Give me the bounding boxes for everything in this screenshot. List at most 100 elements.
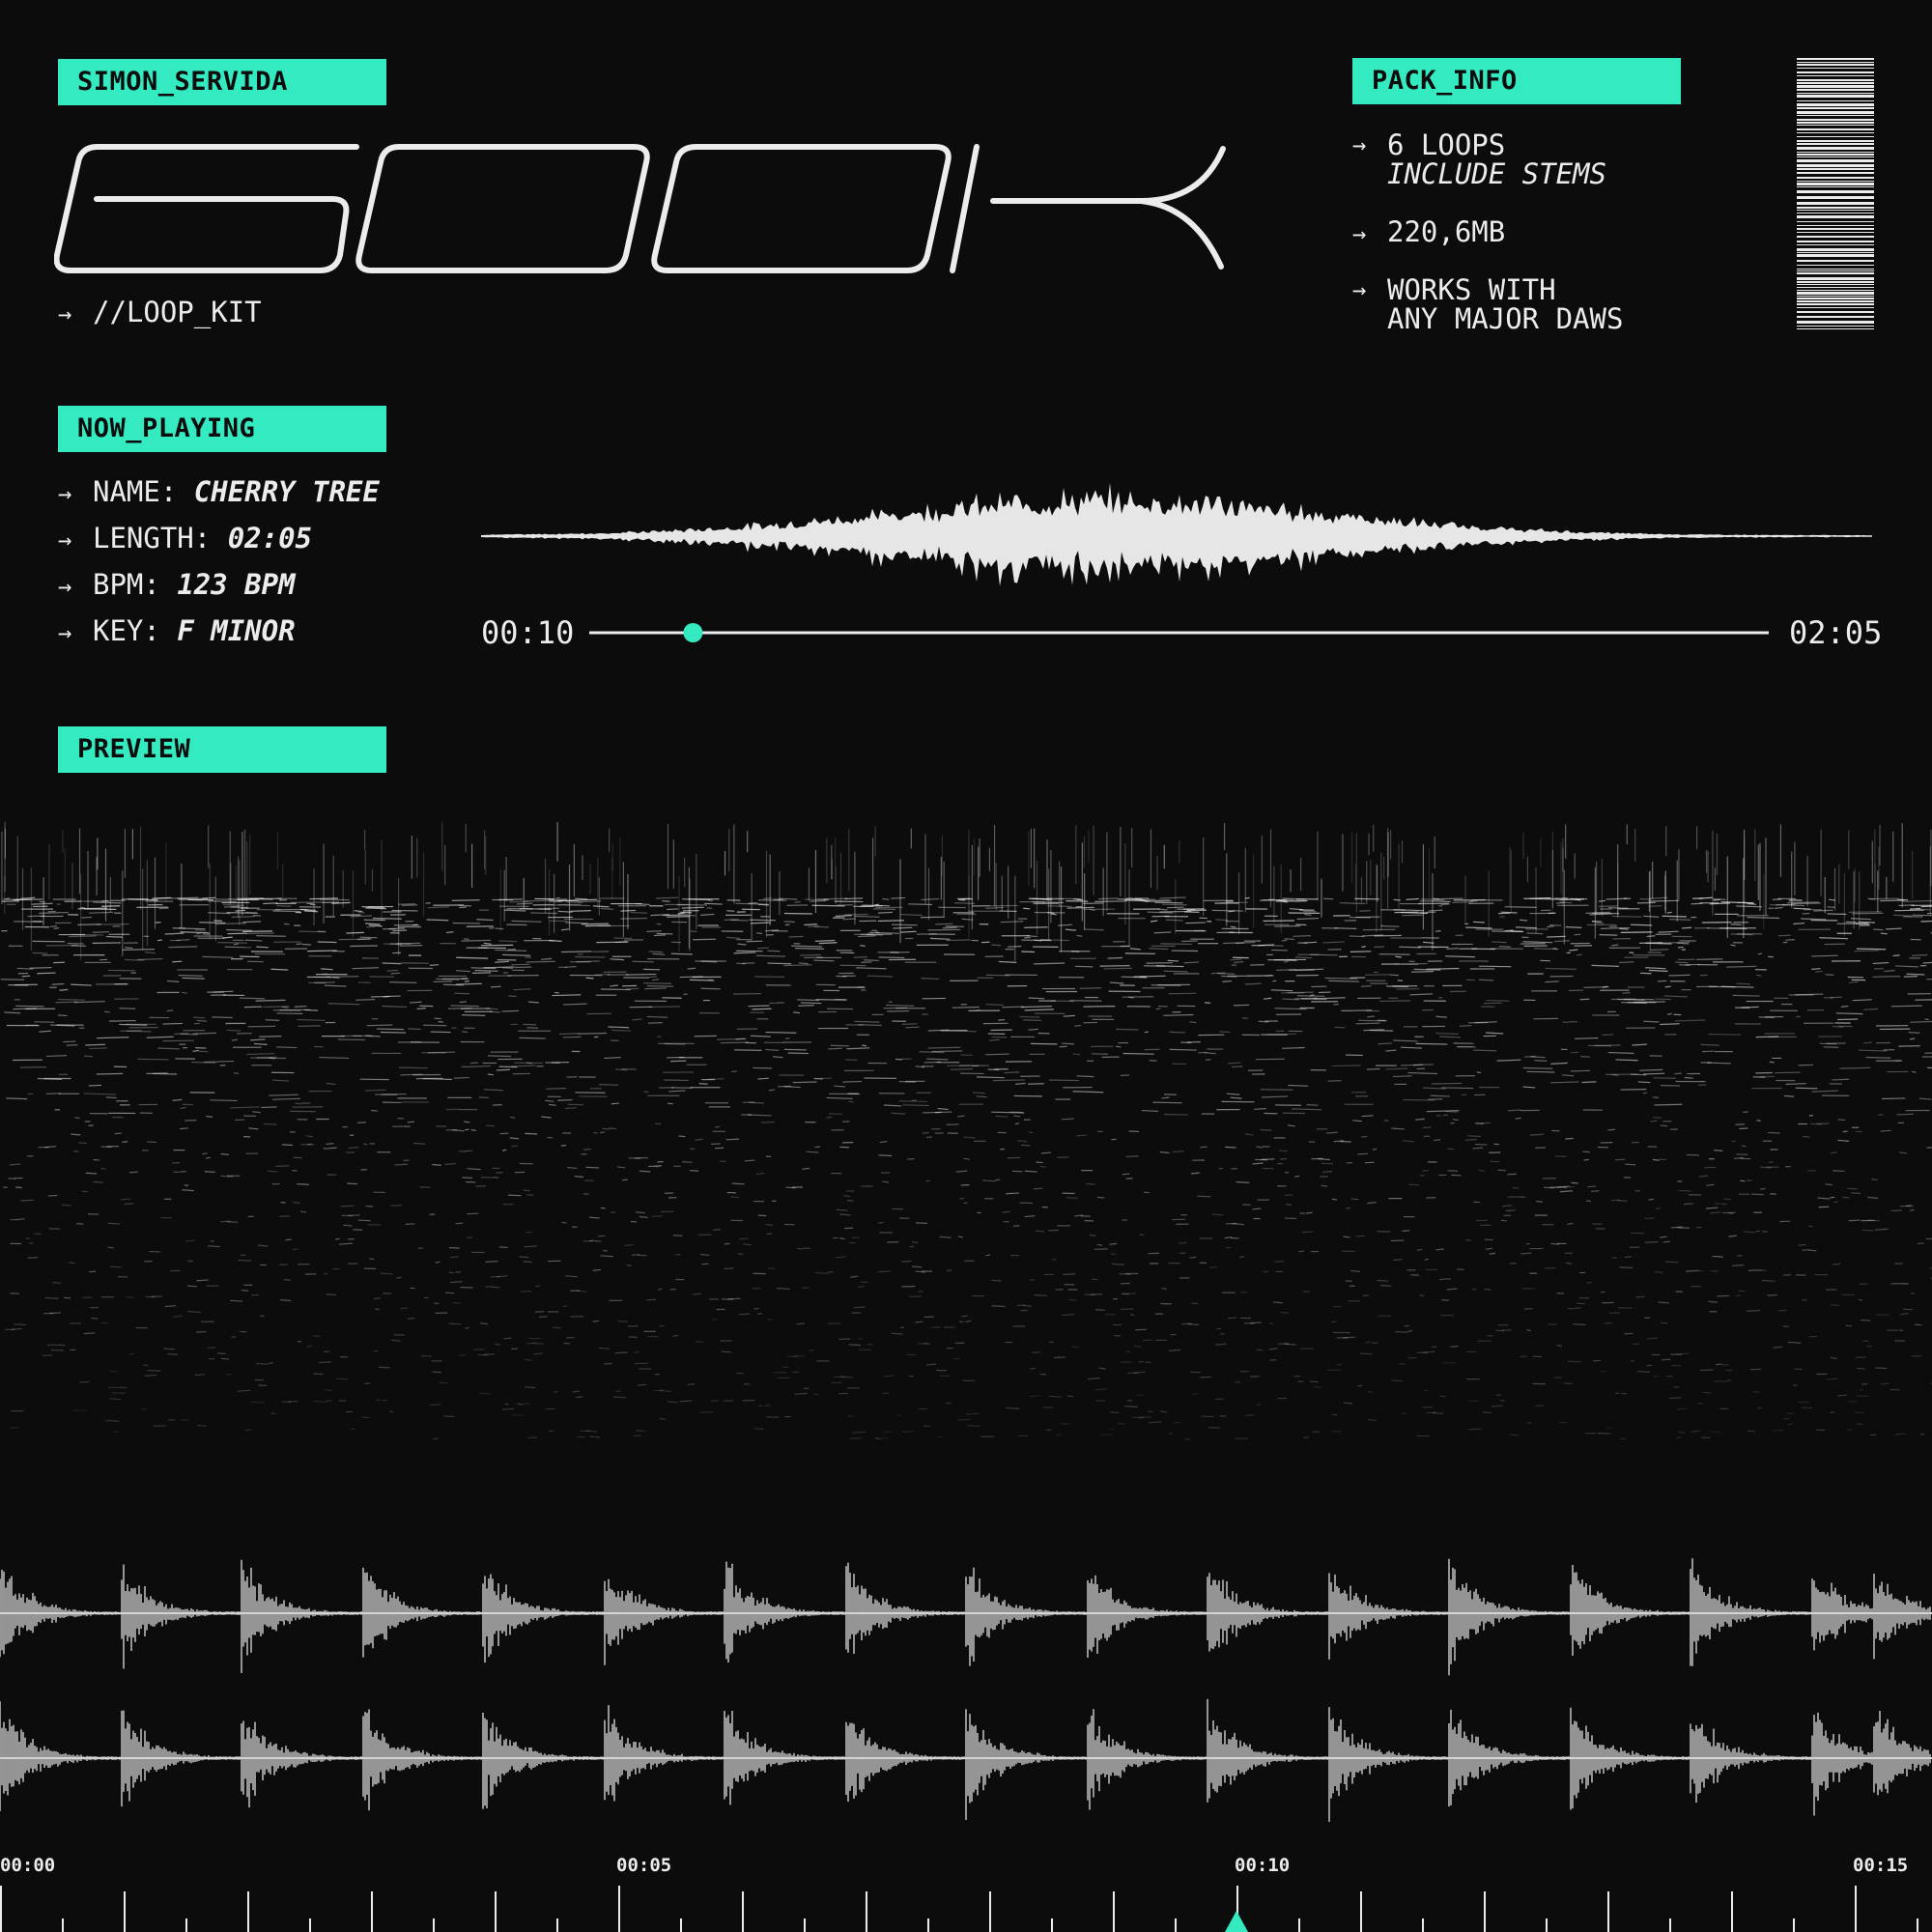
field-label: KEY: — [93, 614, 160, 647]
barcode-bar — [1797, 152, 1874, 153]
timeline-ruler[interactable] — [0, 1845, 1932, 1932]
barcode-bar — [1797, 168, 1874, 170]
barcode-bar — [1797, 154, 1874, 156]
now-playing-header: NOW_PLAYING — [77, 413, 256, 443]
barcode-bar — [1797, 207, 1874, 209]
arrow-right-icon: → — [58, 300, 72, 327]
barcode-bar — [1797, 128, 1874, 130]
barcode-bar — [1797, 177, 1874, 179]
pack-info-item: → 220,6MB — [1352, 217, 1505, 248]
current-time: 00:10 — [481, 614, 575, 651]
barcode-bar — [1797, 221, 1874, 222]
barcode-bar — [1797, 107, 1874, 109]
title-glyph-6 — [54, 144, 359, 273]
barcode-bar — [1797, 93, 1874, 94]
barcode-bar — [1797, 311, 1874, 313]
pack-info-header: PACK_INFO — [1372, 66, 1518, 96]
arrow-right-icon: → — [1352, 131, 1367, 158]
barcode-bar — [1797, 143, 1874, 145]
track-field-bpm: → BPM: 123 BPM — [58, 568, 296, 601]
spectrogram — [0, 821, 1932, 1440]
barcode-bar — [1797, 64, 1874, 66]
barcode-bar — [1797, 181, 1874, 182]
barcode-bar — [1797, 132, 1874, 133]
pack-info-tag: PACK_INFO — [1352, 58, 1681, 104]
progress-handle — [683, 623, 703, 642]
barcode-bar — [1797, 260, 1874, 262]
barcode-bar — [1797, 225, 1874, 226]
arrow-right-icon: → — [1352, 276, 1367, 303]
playhead-triangle-icon — [1225, 1911, 1248, 1932]
barcode-bar — [1797, 272, 1874, 274]
barcode-bar — [1797, 303, 1874, 305]
barcode-bar — [1797, 244, 1874, 245]
barcode-bar — [1797, 281, 1874, 283]
barcode-bar — [1797, 125, 1874, 126]
barcode-bar — [1797, 241, 1874, 242]
barcode-bar — [1797, 79, 1874, 81]
track-waveform[interactable] — [481, 473, 1874, 599]
field-value: F MINOR — [177, 614, 296, 647]
arrow-right-icon: → — [58, 619, 72, 646]
preview-header: PREVIEW — [77, 734, 191, 764]
waveform-channel — [0, 1698, 1932, 1822]
barcode-bar — [1797, 115, 1874, 116]
barcode-bar — [1797, 277, 1874, 280]
barcode-bar — [1797, 85, 1874, 88]
title-glyph-0-second — [651, 144, 952, 273]
arrow-right-icon: → — [58, 573, 72, 600]
barcode-bar — [1797, 122, 1874, 124]
barcode-bar — [1797, 190, 1874, 193]
stereo-waveform[interactable] — [0, 1531, 1932, 1840]
field-label: NAME: — [93, 475, 178, 508]
spectrogram-marks — [0, 821, 1932, 1440]
barcode-bar — [1797, 186, 1874, 187]
barcode-bar — [1797, 248, 1874, 251]
barcode-bar — [1797, 300, 1874, 302]
barcode-bar — [1797, 183, 1874, 185]
field-value: 02:05 — [227, 522, 312, 554]
barcode-bar — [1797, 265, 1874, 266]
barcode-bar — [1797, 119, 1874, 121]
barcode-bar — [1797, 236, 1874, 238]
barcode-bar — [1797, 287, 1874, 288]
now-playing-tag: NOW_PLAYING — [58, 406, 386, 452]
field-label: LENGTH: — [93, 522, 212, 554]
barcode-bar — [1797, 202, 1874, 205]
barcode-bar — [1797, 136, 1874, 137]
barcode-bar — [1797, 58, 1874, 60]
barcode-bar — [1797, 328, 1874, 329]
barcode-bar — [1797, 232, 1874, 233]
barcode-bar — [1797, 196, 1874, 199]
barcode-bar — [1797, 316, 1874, 318]
barcode-bar — [1797, 290, 1874, 291]
barcode-bar — [1797, 156, 1874, 157]
barcode-bar — [1797, 172, 1874, 174]
barcode-bar — [1797, 159, 1874, 162]
artist-name: SIMON_SERVIDA — [77, 67, 288, 97]
barcode-bar — [1797, 62, 1874, 63]
barcode-bar — [1797, 307, 1874, 308]
title-glyph-0-first — [355, 144, 650, 273]
barcode-bar — [1797, 326, 1874, 327]
waveform-channel — [0, 1558, 1932, 1676]
barcode-bar — [1797, 71, 1874, 73]
barcode-bar — [1797, 292, 1874, 295]
title-glyph-k — [950, 144, 1226, 273]
barcode-bar — [1797, 254, 1874, 257]
arrow-right-icon: → — [58, 526, 72, 554]
title-logo — [54, 144, 1226, 273]
barcode-bar — [1797, 140, 1874, 142]
barcode-bar — [1797, 147, 1874, 150]
progress-bar[interactable] — [587, 618, 1771, 647]
artist-tag: SIMON_SERVIDA — [58, 59, 386, 105]
barcode-bar — [1797, 82, 1874, 84]
pack-info-item: → 6 LOOPS INCLUDE STEMS — [1352, 130, 1606, 188]
barcode-bar — [1797, 298, 1874, 299]
track-field-key: → KEY: F MINOR — [58, 614, 296, 647]
field-label: BPM: — [93, 568, 160, 601]
barcode-bar — [1797, 89, 1874, 91]
barcode-bar — [1797, 164, 1874, 167]
barcode-bar — [1797, 321, 1874, 324]
pack-info-line: 220,6MB — [1387, 215, 1506, 248]
